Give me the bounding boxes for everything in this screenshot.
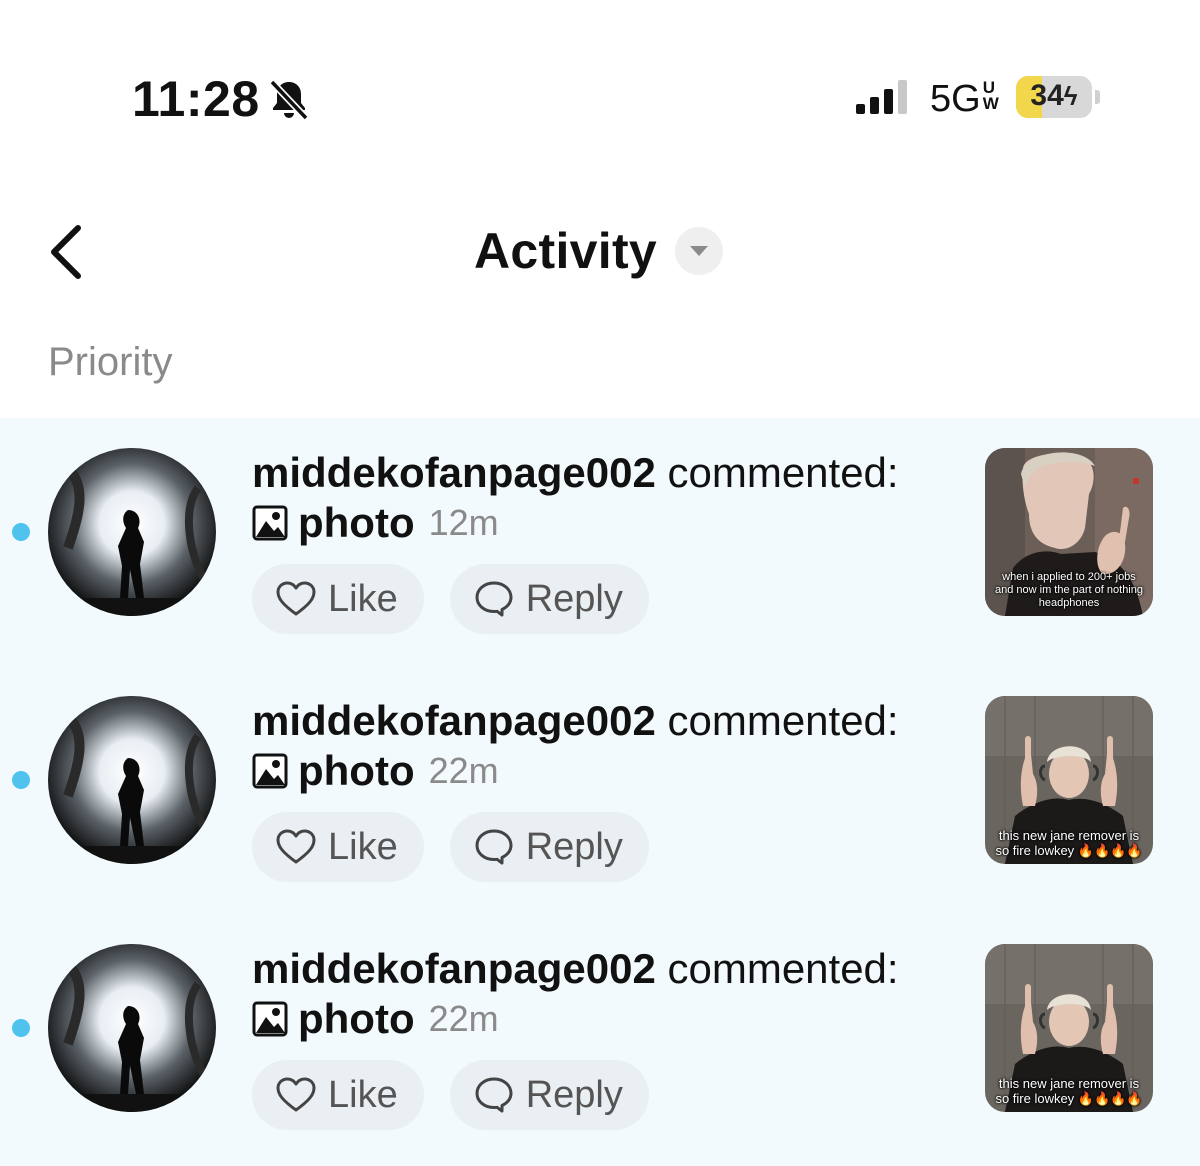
photo-icon: [252, 753, 288, 789]
thumbnail-caption: this new jane remover is so fire lowkey …: [995, 1076, 1143, 1106]
like-label: Like: [328, 825, 398, 868]
post-thumbnail[interactable]: this new jane remover is so fire lowkey …: [985, 944, 1153, 1112]
notification-content: photo 22m: [252, 994, 952, 1044]
timestamp: 12m: [428, 502, 499, 543]
notification-headline: middekofanpage002 commented:: [252, 448, 952, 498]
notification-text: middekofanpage002 commented: photo 22m: [252, 696, 952, 796]
thumbnail-caption: when i applied to 200+ jobs and now im t…: [995, 571, 1143, 609]
username-link[interactable]: middekofanpage002: [252, 449, 656, 496]
network-sub-bottom: W: [982, 94, 999, 113]
battery-charging-icon: 34ϟ: [1016, 76, 1092, 118]
reply-button[interactable]: Reply: [449, 564, 649, 634]
network-type: 5G: [930, 78, 981, 120]
reply-label: Reply: [525, 825, 623, 868]
reply-label: Reply: [525, 1073, 623, 1116]
bell-slash-icon: [269, 79, 309, 121]
post-thumbnail[interactable]: this new jane remover is so fire lowkey …: [985, 696, 1153, 864]
speech-bubble-icon: [475, 581, 513, 617]
speech-bubble-icon: [475, 829, 513, 865]
speech-bubble-icon: [475, 1077, 513, 1113]
network-indicator: 5G U W: [930, 78, 999, 121]
photo-icon: [252, 1001, 288, 1037]
unread-dot: [12, 523, 30, 541]
notification-list: middekofanpage002 commented: photo 12m L…: [0, 418, 1200, 1166]
action-buttons: Like Reply: [252, 812, 649, 882]
bolt-icon: ϟ: [1063, 81, 1078, 111]
caret-down-icon[interactable]: [675, 227, 724, 275]
notification-content: photo 12m: [252, 498, 952, 548]
avatar[interactable]: [48, 944, 216, 1112]
chevron-left-icon[interactable]: [44, 222, 88, 282]
like-label: Like: [328, 577, 398, 620]
notification-item[interactable]: middekofanpage002 commented: photo 22m L…: [0, 914, 1200, 1162]
notification-text: middekofanpage002 commented: photo 22m: [252, 944, 952, 1044]
post-thumbnail[interactable]: when i applied to 200+ jobs and now im t…: [985, 448, 1153, 616]
notification-item[interactable]: middekofanpage002 commented: photo 22m L…: [0, 666, 1200, 914]
notification-content: photo 22m: [252, 746, 952, 796]
section-label-priority: Priority: [48, 340, 173, 384]
status-bar: 11:28 5G U W 34ϟ: [0, 0, 1200, 190]
timestamp: 22m: [428, 750, 499, 791]
content-type: photo: [298, 995, 415, 1042]
unread-dot: [12, 1019, 30, 1037]
action-buttons: Like Reply: [252, 1060, 649, 1130]
action-text: commented:: [667, 945, 899, 992]
like-button[interactable]: Like: [252, 564, 424, 634]
reply-label: Reply: [525, 577, 623, 620]
username-link[interactable]: middekofanpage002: [252, 945, 656, 992]
content-type: photo: [298, 747, 415, 794]
battery-nub: [1095, 90, 1100, 104]
action-buttons: Like Reply: [252, 564, 649, 634]
notification-headline: middekofanpage002 commented:: [252, 944, 952, 994]
thumbnail-caption: this new jane remover is so fire lowkey …: [995, 828, 1143, 858]
notification-text: middekofanpage002 commented: photo 12m: [252, 448, 952, 548]
battery-level: 34ϟ: [1016, 79, 1092, 113]
username-link[interactable]: middekofanpage002: [252, 697, 656, 744]
heart-icon: [276, 1077, 316, 1112]
photo-icon: [252, 505, 288, 541]
status-time: 11:28: [132, 71, 260, 127]
network-subtype: U W: [982, 79, 999, 113]
timestamp: 22m: [428, 998, 499, 1039]
action-text: commented:: [667, 697, 899, 744]
avatar[interactable]: [48, 448, 216, 616]
like-label: Like: [328, 1073, 398, 1116]
signal-icon: [856, 80, 907, 114]
page-title: Activity: [474, 223, 658, 279]
avatar[interactable]: [48, 696, 216, 864]
action-text: commented:: [667, 449, 899, 496]
notification-headline: middekofanpage002 commented:: [252, 696, 952, 746]
unread-dot: [12, 771, 30, 789]
like-button[interactable]: Like: [252, 812, 424, 882]
heart-icon: [276, 829, 316, 864]
notification-item[interactable]: middekofanpage002 commented: photo 12m L…: [0, 418, 1200, 666]
like-button[interactable]: Like: [252, 1060, 424, 1130]
header: Activity: [0, 200, 1200, 310]
content-type: photo: [298, 499, 415, 546]
reply-button[interactable]: Reply: [449, 812, 649, 882]
activity-filter-dropdown[interactable]: Activity: [474, 222, 724, 280]
reply-button[interactable]: Reply: [449, 1060, 649, 1130]
heart-icon: [276, 581, 316, 616]
battery-percent: 34: [1030, 79, 1064, 112]
